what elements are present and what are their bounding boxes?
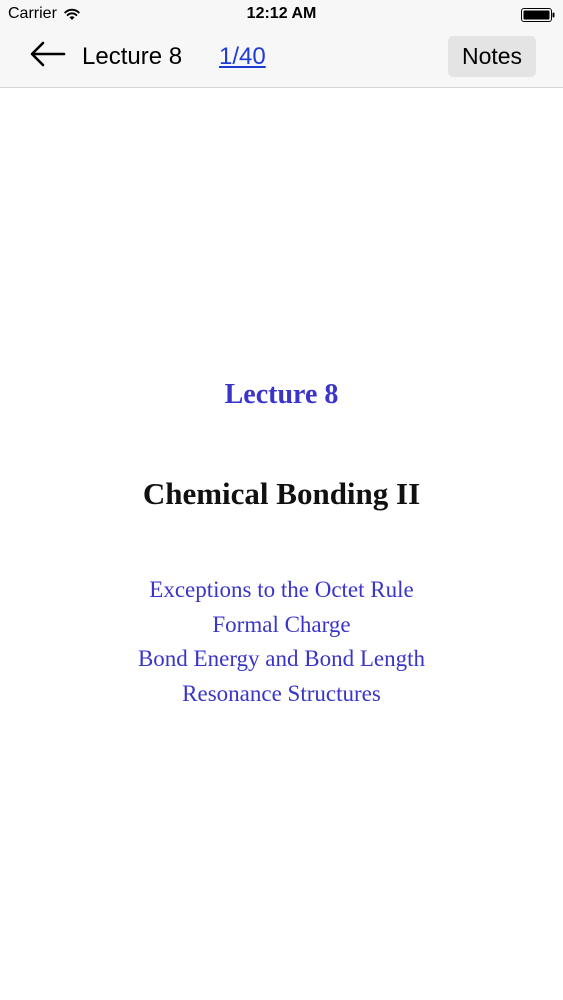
slide-view[interactable]: Lecture 8 Chemical Bonding II Exceptions… [0,88,563,1000]
back-button[interactable] [28,40,68,70]
navigation-bar: Lecture 8 1/40 Notes [0,30,563,88]
arrow-left-icon [30,41,66,67]
topic-item: Formal Charge [212,611,351,637]
page-counter-link[interactable]: 1/40 [219,43,266,71]
battery-icon [521,8,555,22]
status-bar: Carrier 12:12 AM [0,0,563,30]
slide-title: Chemical Bonding II [142,476,421,511]
nav-title: Lecture 8 [82,43,183,70]
notes-button[interactable]: Notes [448,36,536,77]
topic-item: Resonance Structures [182,680,381,706]
status-time: 12:12 AM [246,5,317,22]
topic-list: Exceptions to the Octet Rule Formal Char… [0,573,563,711]
topic-item: Exceptions to the Octet Rule [149,577,414,602]
slide-heading: Lecture 8 [224,379,339,410]
topic-item: Bond Energy and Bond Length [137,646,426,671]
